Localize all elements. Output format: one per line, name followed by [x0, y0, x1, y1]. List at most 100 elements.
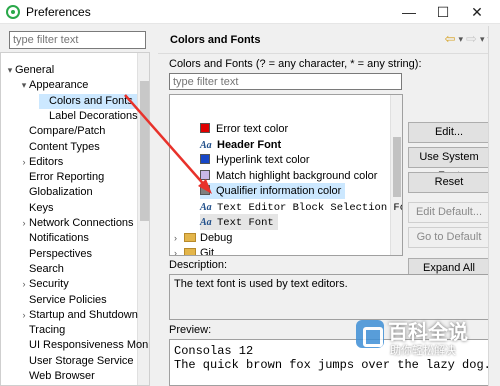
sidebar-item-label: Globalization: [29, 186, 93, 199]
item-label: Text Font: [217, 217, 274, 229]
colors-filter-input[interactable]: [169, 73, 402, 90]
preferences-page: Colors and Fonts ⇦ ▾ ⇨ ▾ ▾ Colors and Fo…: [158, 26, 500, 386]
minimize-button[interactable]: —: [392, 0, 426, 24]
sidebar-item-label: Notifications: [29, 232, 89, 245]
sidebar-item[interactable]: Label Decorations: [39, 109, 138, 124]
sidebar-item[interactable]: Tracing: [19, 323, 65, 338]
sidebar-item-label: UI Responsiveness Monitoring: [29, 339, 149, 352]
list-scroll-thumb[interactable]: [393, 137, 401, 197]
filter-description: Colors and Fonts (? = any character, * =…: [169, 58, 422, 70]
sidebar-item[interactable]: › Startup and Shutdown: [19, 308, 138, 323]
preferences-sidebar: ▾General▾AppearanceColors and FontsLabel…: [0, 26, 155, 386]
maximize-button[interactable]: ☐: [426, 0, 460, 24]
reset-button[interactable]: Reset: [408, 172, 490, 193]
eclipse-app-icon: [6, 4, 20, 19]
sidebar-item-label: Tracing: [29, 324, 66, 337]
font-item[interactable]: Aa Text Font: [200, 214, 278, 230]
sidebar-item[interactable]: Service Policies: [19, 293, 107, 308]
sidebar-item[interactable]: ▾ General: [5, 63, 54, 78]
colors-fonts-tree: Error text color Aa Header Font Hyperlink t…: [169, 94, 403, 256]
description-box: The text font is used by text editors.: [169, 274, 491, 320]
sidebar-item[interactable]: Web Browser: [19, 369, 95, 384]
item-label: Git: [200, 247, 215, 256]
sidebar-item[interactable]: Globalization: [19, 185, 93, 200]
color-item[interactable]: Error text color: [200, 121, 288, 137]
edit-button[interactable]: Edit...: [408, 122, 490, 143]
window-title: Preferences: [26, 4, 91, 19]
collapsed-chevron-icon[interactable]: ›: [174, 230, 184, 246]
sidebar-item-label: Keys: [29, 201, 54, 214]
sidebar-item-label: Colors and Fonts: [49, 94, 133, 107]
sidebar-item[interactable]: Colors and Fonts: [39, 93, 137, 109]
edit-default-button[interactable]: Edit Default...: [408, 202, 490, 223]
sidebar-item[interactable]: › Security: [19, 277, 69, 292]
back-menu-chevron-icon[interactable]: ▾: [459, 31, 464, 47]
page-header: Colors and Fonts ⇦ ▾ ⇨ ▾ ▾: [158, 26, 500, 54]
preferences-tree: ▾ General ▾ Appearance Colors and Fonts Label…: [0, 52, 150, 386]
sidebar-item-label: User Storage Service: [29, 354, 134, 367]
go-to-default-button[interactable]: Go to Default: [408, 227, 490, 248]
color-item[interactable]: Qualifier information color: [200, 183, 346, 199]
collapsed-chevron-icon[interactable]: ›: [19, 308, 29, 323]
close-button[interactable]: ✕: [460, 0, 494, 24]
collapsed-chevron-icon[interactable]: ›: [19, 155, 29, 170]
item-label: Debug: [200, 231, 233, 244]
preview-label: Preview:: [169, 324, 212, 336]
list-scrollbar[interactable]: [390, 95, 402, 255]
category-item[interactable]: › Git: [174, 245, 215, 256]
sidebar-item-label: Editors: [29, 155, 64, 168]
sidebar-item[interactable]: Error Reporting: [19, 170, 104, 185]
sidebar-item[interactable]: UI Responsiveness Monitoring: [19, 338, 149, 353]
sidebar-item[interactable]: Search: [19, 262, 64, 277]
sidebar-item[interactable]: Content Types: [19, 140, 100, 155]
category-item[interactable]: › Debug: [174, 230, 232, 246]
sidebar-scrollbar[interactable]: [137, 53, 149, 385]
sidebar-item[interactable]: › Editors: [19, 155, 64, 170]
sidebar-item-label: Search: [29, 262, 64, 275]
font-item[interactable]: Aa Text Editor Block Selection Font: [200, 199, 402, 215]
collapsed-chevron-icon[interactable]: ›: [174, 245, 184, 255]
sidebar-item-label: Security: [29, 278, 69, 291]
folder-icon: [184, 248, 196, 255]
title-bar: Preferences — ☐ ✕: [0, 0, 500, 24]
sidebar-item-label: General: [15, 64, 55, 76]
back-arrow-icon[interactable]: ⇦: [445, 31, 456, 47]
item-label: Qualifier information color: [216, 185, 342, 197]
sidebar-item[interactable]: User Storage Service: [19, 354, 134, 369]
expanded-chevron-icon[interactable]: ▾: [5, 63, 15, 78]
color-swatch-icon: [200, 123, 210, 133]
sidebar-item-label: Error Reporting: [29, 171, 105, 184]
sidebar-item[interactable]: Perspectives: [19, 247, 92, 262]
page-nav: ⇦ ▾ ⇨ ▾ ▾: [445, 31, 492, 47]
description-label: Description:: [169, 259, 228, 271]
sidebar-item[interactable]: Keys: [19, 201, 53, 216]
collapsed-chevron-icon[interactable]: ›: [19, 277, 29, 292]
font-item[interactable]: Aa Header Font: [200, 137, 281, 153]
sidebar-item-label: Content Types: [29, 140, 100, 153]
dialog-scrollbar[interactable]: [488, 26, 500, 386]
item-label: Error text color: [216, 123, 289, 135]
collapsed-chevron-icon[interactable]: ›: [19, 216, 29, 231]
forward-menu-chevron-icon[interactable]: ▾: [480, 31, 485, 47]
sidebar-filter-input[interactable]: [9, 31, 146, 49]
expanded-chevron-icon[interactable]: ▾: [19, 78, 29, 93]
color-swatch-icon: [200, 169, 210, 180]
font-preview-box: Consolas 12 The quick brown fox jumps ov…: [169, 339, 491, 386]
sidebar-item[interactable]: Notifications: [19, 231, 89, 246]
sidebar-scroll-thumb[interactable]: [140, 81, 149, 221]
preview-line-2: The quick brown fox jumps over the lazy …: [174, 358, 491, 372]
color-item[interactable]: Match highlight background color: [200, 168, 377, 184]
sidebar-item[interactable]: Compare/Patch: [19, 124, 105, 139]
forward-arrow-icon[interactable]: ⇨: [466, 31, 477, 47]
sidebar-item[interactable]: ▾ Appearance: [19, 78, 89, 93]
color-swatch-icon: [200, 185, 210, 195]
sidebar-item-label: Web Browser: [29, 370, 95, 382]
sidebar-item-label: Startup and Shutdown: [29, 308, 138, 321]
item-label: Match highlight background color: [216, 169, 378, 182]
item-label: Hyperlink text color: [216, 154, 310, 166]
color-swatch-icon: [200, 154, 210, 164]
sidebar-item-label: Network Connections: [29, 217, 134, 229]
sidebar-item[interactable]: › Network Connections: [19, 216, 134, 231]
use-system-font-button[interactable]: Use System Font: [408, 147, 490, 182]
color-item[interactable]: Hyperlink text color: [200, 152, 310, 168]
